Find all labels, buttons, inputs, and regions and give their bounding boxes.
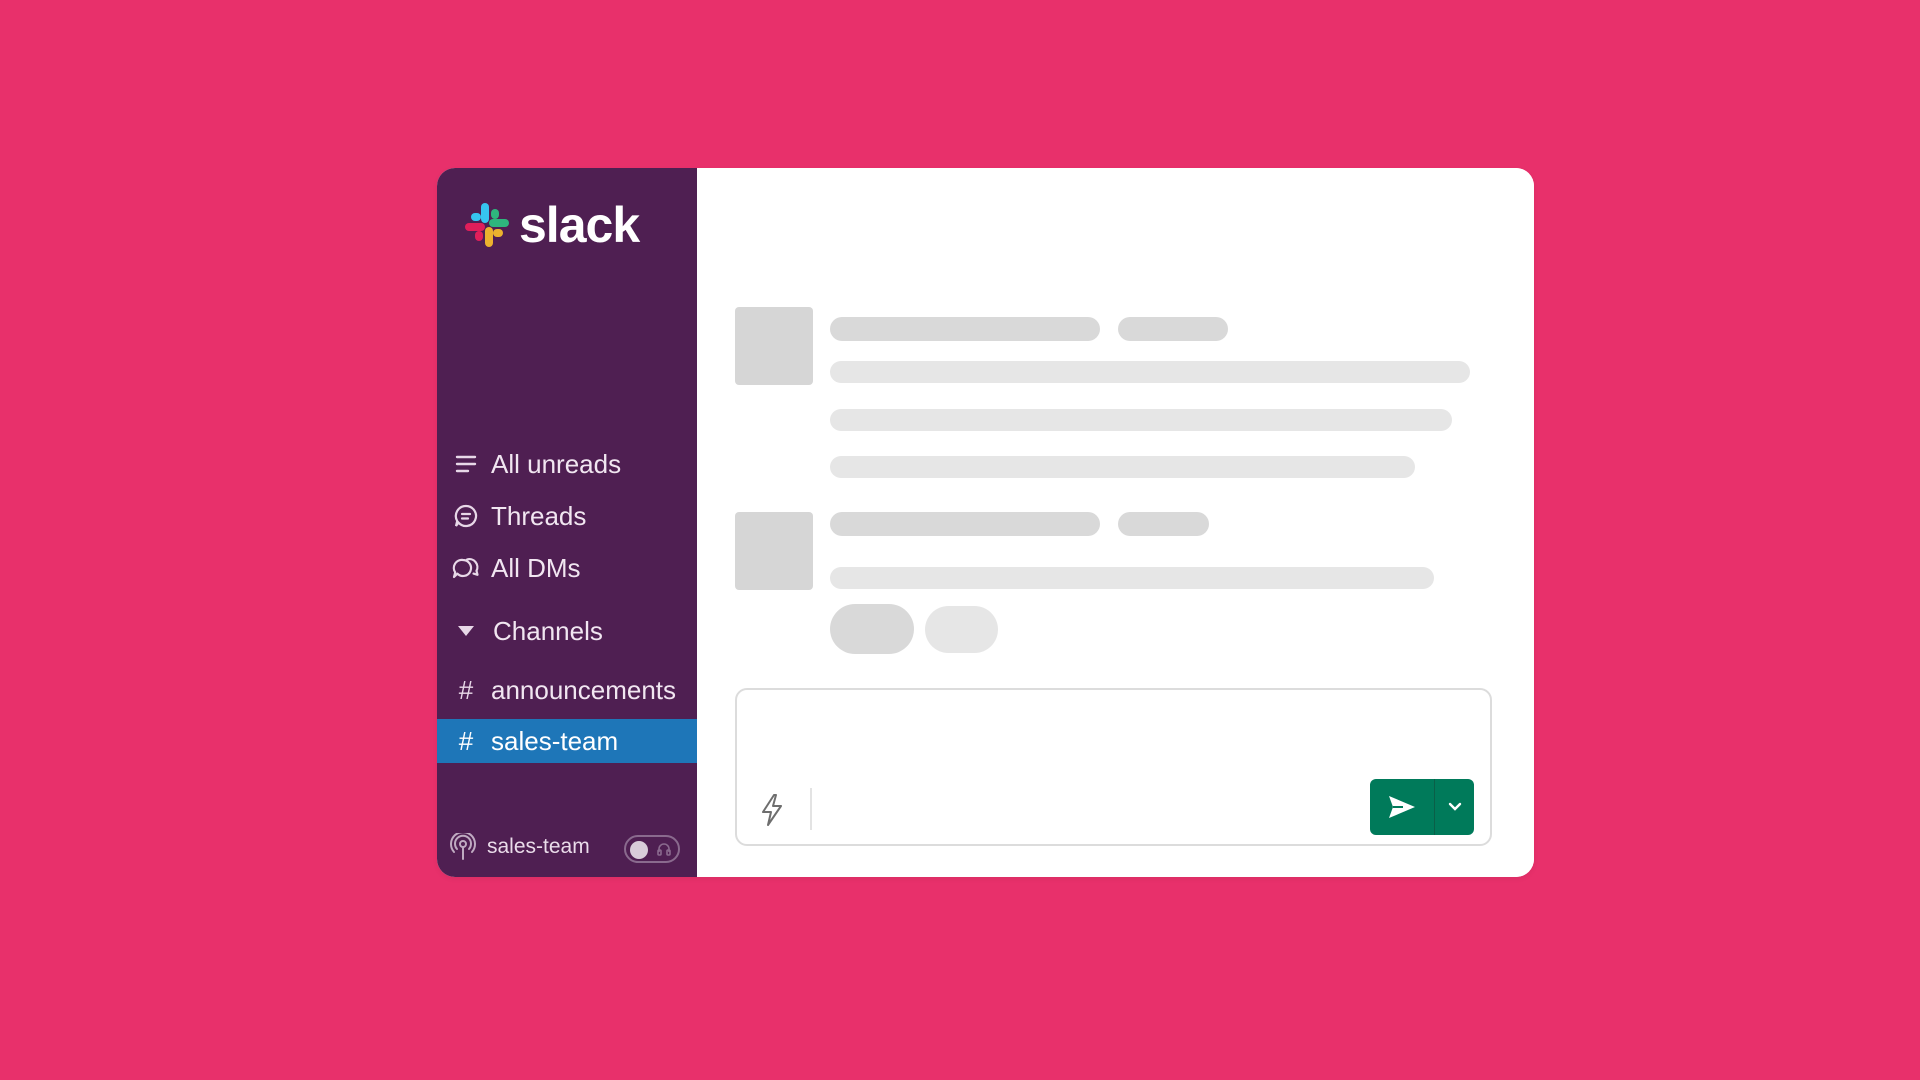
send-options-button[interactable] <box>1435 779 1474 835</box>
sidebar: slack All unreads Threads All DMs Channe <box>437 168 697 877</box>
composer-divider <box>810 788 812 830</box>
huddle-channel-label: sales-team <box>487 835 590 858</box>
message-line-placeholder <box>830 361 1470 383</box>
reaction-placeholder[interactable] <box>830 604 914 654</box>
hash-icon: # <box>458 725 474 756</box>
avatar-placeholder <box>735 307 813 385</box>
slack-logo: slack <box>463 196 640 254</box>
dms-icon <box>451 555 481 581</box>
huddle-icon <box>449 833 477 861</box>
sidebar-item-label: Threads <box>491 500 587 531</box>
sidebar-item-all-unreads[interactable]: All unreads <box>437 442 697 486</box>
headphones-icon <box>657 843 671 856</box>
caret-down-icon <box>451 624 481 638</box>
timestamp-placeholder <box>1118 317 1228 341</box>
message-line-placeholder <box>830 409 1452 431</box>
avatar-placeholder <box>735 512 813 590</box>
channels-section-label: Channels <box>493 615 603 646</box>
sidebar-item-label: All unreads <box>491 448 622 479</box>
hash-icon: # <box>458 674 474 705</box>
threads-icon <box>451 503 481 529</box>
name-placeholder <box>830 317 1100 341</box>
chevron-down-icon <box>1448 802 1461 811</box>
sidebar-item-all-dms[interactable]: All DMs <box>437 546 697 590</box>
channel-label: sales-team <box>491 725 619 756</box>
lightning-icon[interactable] <box>759 793 785 827</box>
sidebar-item-label: All DMs <box>491 552 581 583</box>
slack-window: slack All unreads Threads All DMs Channe <box>437 168 1534 877</box>
message-line-placeholder <box>830 567 1434 589</box>
send-button[interactable] <box>1370 779 1435 835</box>
message-pane <box>697 168 1534 877</box>
name-placeholder <box>830 512 1100 536</box>
toggle-knob <box>630 841 648 859</box>
channels-section-header[interactable]: Channels <box>437 609 697 653</box>
sidebar-channel-announcements[interactable]: # announcements <box>437 668 697 712</box>
sidebar-channel-sales-team[interactable]: # sales-team <box>437 719 697 763</box>
huddle-footer: sales-team <box>449 833 590 861</box>
timestamp-placeholder <box>1118 512 1209 536</box>
slack-logo-icon <box>465 203 509 247</box>
sidebar-item-threads[interactable]: Threads <box>437 494 697 538</box>
send-icon <box>1389 796 1415 818</box>
list-icon <box>451 453 481 475</box>
message-line-placeholder <box>830 456 1415 478</box>
channel-label: announcements <box>491 674 677 705</box>
logo-text: slack <box>519 197 640 253</box>
reaction-placeholder[interactable] <box>925 606 998 653</box>
send-button-group <box>1370 779 1474 835</box>
message-composer[interactable] <box>735 688 1492 846</box>
huddle-toggle[interactable] <box>624 835 680 863</box>
